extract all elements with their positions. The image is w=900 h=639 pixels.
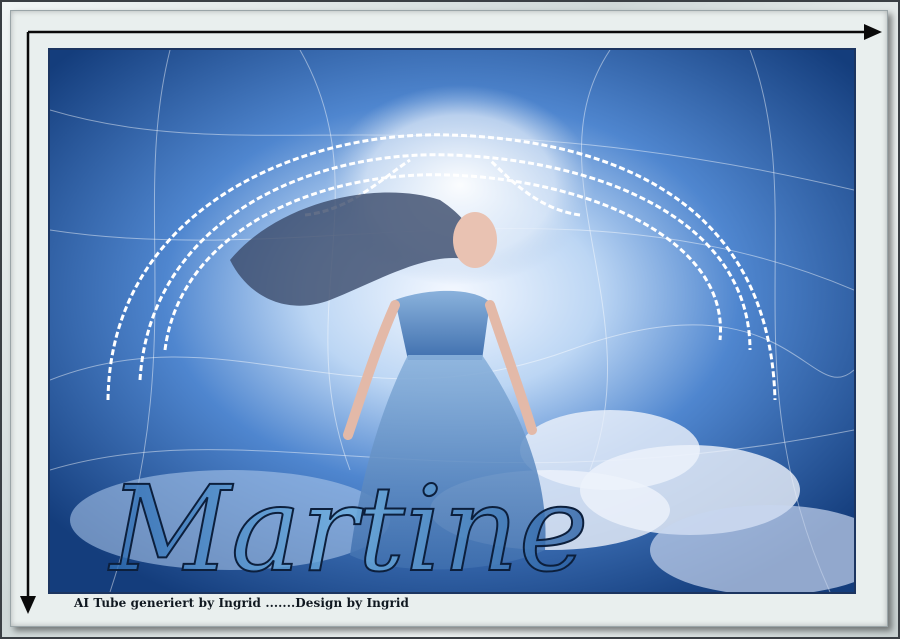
frame-arrows <box>20 24 882 614</box>
arrow-down-icon <box>20 32 36 614</box>
arrow-right-icon <box>28 24 882 40</box>
framed-artwork: Martine AI Tube generiert by Ingrid ....… <box>0 0 900 639</box>
